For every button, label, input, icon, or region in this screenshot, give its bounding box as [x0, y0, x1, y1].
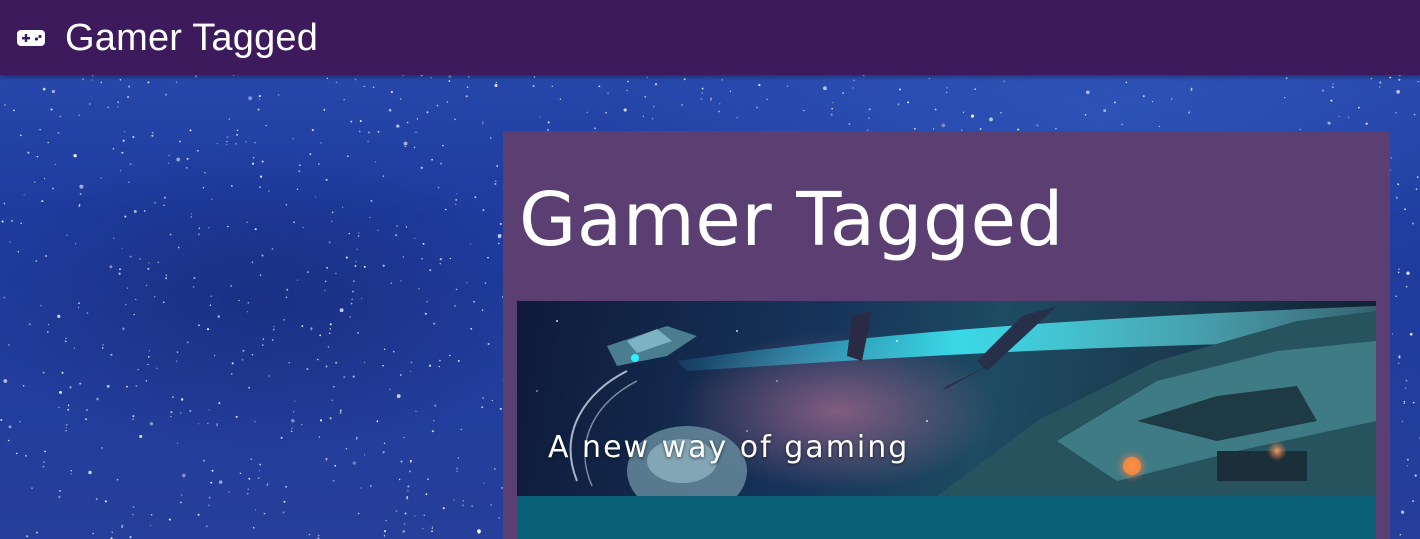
hero-card: Gamer Tagged A new way of gaming [503, 131, 1390, 539]
hero-tagline: A new way of gaming [548, 430, 910, 465]
hero-title: Gamer Tagged [519, 177, 1064, 263]
app-bar: Gamer Tagged [0, 0, 1420, 75]
hero-banner: A new way of gaming [517, 301, 1376, 496]
gamepad-icon[interactable] [16, 29, 46, 47]
banner-artwork [536, 306, 1376, 496]
app-title[interactable]: Gamer Tagged [65, 19, 318, 57]
card-footer-band [517, 496, 1376, 539]
